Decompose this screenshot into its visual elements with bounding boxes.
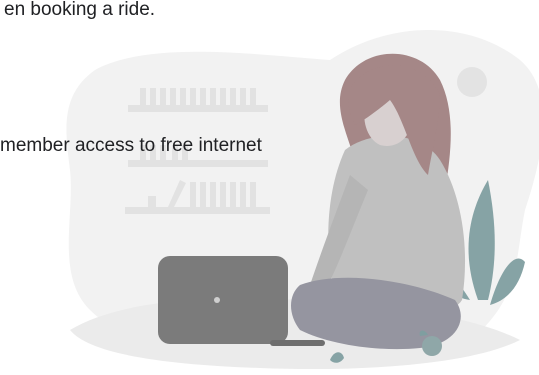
clock-icon bbox=[457, 67, 487, 97]
onboarding-text-line-1: en booking a ride. bbox=[4, 0, 156, 20]
apple-icon bbox=[422, 336, 442, 356]
laptop bbox=[158, 256, 288, 344]
onboarding-illustration-panel: en booking a ride. member access to free… bbox=[0, 0, 539, 375]
laptop-base bbox=[270, 340, 325, 346]
onboarding-text-line-2: member access to free internet bbox=[0, 135, 262, 156]
person-with-laptop-illustration bbox=[66, 30, 539, 370]
laptop-logo-icon bbox=[214, 297, 220, 303]
